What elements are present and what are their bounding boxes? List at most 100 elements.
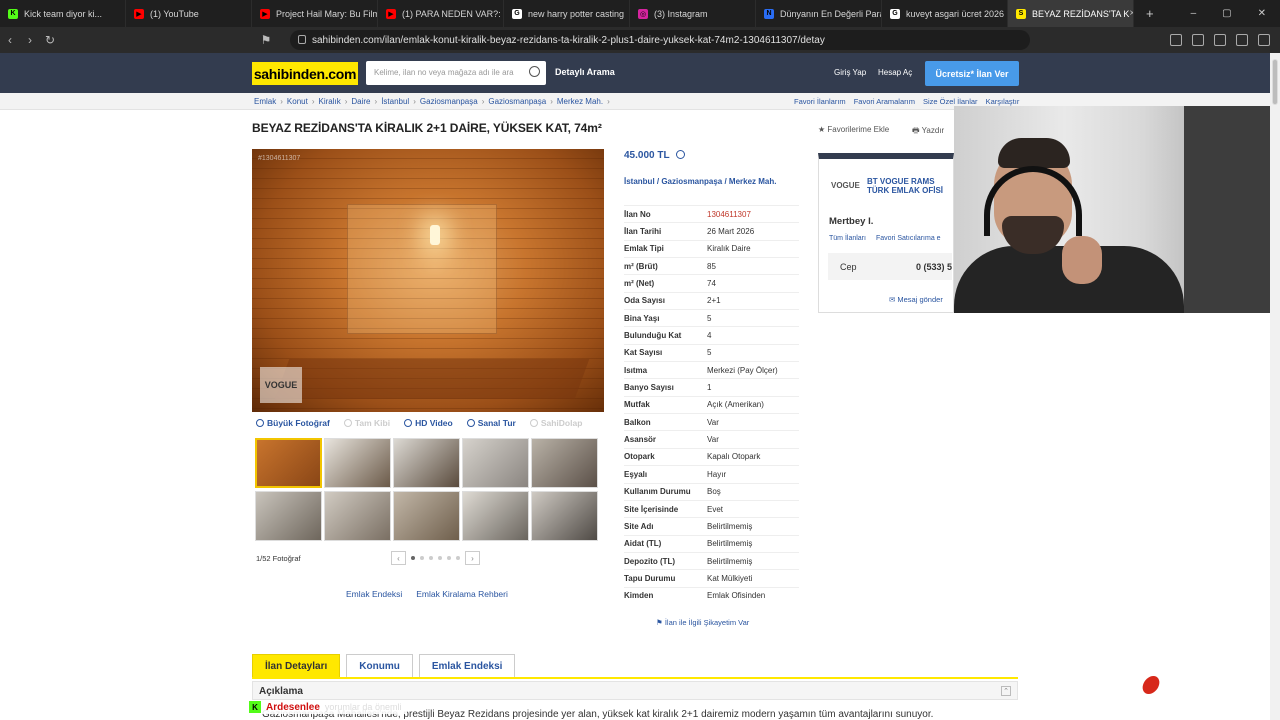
pager-prev-button[interactable]: ‹ (391, 551, 406, 565)
close-tab-icon[interactable]: × (1129, 8, 1133, 19)
breadcrumb-item[interactable]: Konut (287, 97, 308, 106)
photo-thumbnail[interactable] (324, 438, 391, 488)
browser-tab[interactable]: Gkuveyt asgari ücret 2026 (882, 0, 1008, 27)
photo-tool-button[interactable]: SahiDolap (529, 418, 582, 428)
quick-link[interactable]: Favori İlanlarım (794, 97, 846, 106)
photo-tool-button[interactable]: Tam Kibi (343, 418, 391, 428)
pager-dot[interactable] (447, 556, 451, 560)
photo-thumbnail[interactable] (462, 438, 529, 488)
breadcrumb-item[interactable]: Gaziosmanpaşa (488, 97, 546, 106)
post-ad-button[interactable]: Ücretsiz* İlan Ver (925, 61, 1019, 86)
detail-key: Kullanım Durumu (624, 487, 691, 497)
send-message-link[interactable]: ✉ Mesaj gönder (889, 295, 943, 304)
wallet-icon[interactable] (1236, 34, 1248, 46)
sidebar-icon[interactable] (1214, 34, 1226, 46)
rental-guide-link[interactable]: Emlak Kiralama Rehberi (416, 589, 508, 599)
breadcrumb-item[interactable]: İstanbul (381, 97, 409, 106)
browser-tab[interactable]: ◎ (3) Instagram (630, 0, 756, 27)
login-link[interactable]: Giriş Yap (834, 68, 866, 77)
pager-dot[interactable] (429, 556, 433, 560)
photo-thumbnail[interactable] (393, 438, 460, 488)
photo-thumbnail[interactable] (324, 491, 391, 541)
breadcrumb-item[interactable]: Merkez Mah. (557, 97, 603, 106)
pager-dot[interactable] (420, 556, 424, 560)
chat-text: yorumlar da önemli (324, 702, 402, 712)
photo-tool-button[interactable]: Büyük Fotoğraf (256, 418, 330, 428)
print-link[interactable]: 🖶 Yazdır (912, 125, 944, 139)
tab-location[interactable]: Konumu (346, 654, 413, 677)
quick-link[interactable]: Size Özel İlanlar (923, 97, 978, 106)
price-value: 45.000 TL (624, 150, 670, 161)
photo-thumbnail[interactable] (255, 438, 322, 488)
register-link[interactable]: Hesap Aç (878, 68, 912, 77)
office-name[interactable]: BT VOGUE RAMS TÜRK EMLAK OFİSİ (867, 177, 953, 195)
browser-tab[interactable]: N Dünyanın En Değerli Para (756, 0, 882, 27)
price-history-icon[interactable] (675, 150, 685, 159)
detail-key: İlan No (624, 209, 651, 219)
url-field[interactable]: sahibinden.com/ilan/emlak-konut-kiralik-… (290, 30, 1030, 50)
browser-tab[interactable]: Gnew harry potter casting (504, 0, 630, 27)
location-link[interactable]: İstanbul / Gaziosmanpaşa / Merkez Mah. (624, 177, 794, 187)
phone-box[interactable]: Cep 0 (533) 5 (828, 253, 952, 280)
photo-thumbnail[interactable] (255, 491, 322, 541)
photo-tool-label: Tam Kibi (354, 418, 391, 428)
complaint-link[interactable]: ⚑ İlan ile İlgili Şikayetim Var (656, 618, 749, 627)
photo-thumbnail[interactable] (462, 491, 529, 541)
forward-icon[interactable]: › (20, 33, 40, 47)
webcam-person-hand (1062, 236, 1102, 284)
photo-thumbnail[interactable] (393, 491, 460, 541)
detail-value: 2+1 (707, 296, 721, 306)
menu-icon[interactable] (1258, 34, 1270, 46)
maximize-icon[interactable]: ▢ (1222, 8, 1231, 19)
photo-tool-label: Sanal Tur (477, 418, 516, 428)
reload-icon[interactable]: ↻ (40, 33, 60, 47)
office-logo[interactable]: VOGUE (831, 181, 860, 190)
bookmark-icon[interactable]: ⚑ (256, 33, 276, 47)
pager-dot[interactable] (411, 556, 415, 560)
back-icon[interactable]: ‹ (0, 33, 20, 47)
detail-key: İlan Tarihi (624, 227, 662, 237)
extension-icon[interactable] (1170, 34, 1182, 46)
quick-link[interactable]: Favori Aramalarım (854, 97, 915, 106)
tab-emlak-index[interactable]: Emlak Endeksi (418, 654, 516, 677)
browser-tab[interactable]: K Kick team diyor ki... (0, 0, 126, 27)
photo-tool-button[interactable]: HD Video (404, 418, 453, 428)
breadcrumb-item[interactable]: Gaziosmanpaşa (420, 97, 478, 106)
detail-key: Eşyalı (624, 469, 648, 479)
browser-tab[interactable]: S BEYAZ REZİDANS'TA K× (1008, 0, 1134, 27)
all-ads-link[interactable]: Tüm İlanları (829, 235, 866, 242)
scrollbar-thumb[interactable] (1272, 59, 1278, 105)
extension-icon[interactable] (1192, 34, 1204, 46)
breadcrumb-item[interactable]: Daire (351, 97, 370, 106)
photo-tool-button[interactable]: Sanal Tur (466, 418, 516, 428)
photo-thumbnail[interactable] (531, 438, 598, 488)
price: 45.000 TL (624, 150, 685, 161)
photo-thumbnail[interactable] (531, 491, 598, 541)
breadcrumb: Emlak › Konut › Kiralık › Daire › İstanbul › Gazio… (254, 97, 610, 106)
quick-link[interactable]: Karşılaştır (986, 97, 1020, 106)
search-input[interactable]: Kelime, ilan no veya mağaza adı ile ara (366, 61, 546, 85)
browser-tab[interactable]: ▶ Project Hail Mary: Bu Film (252, 0, 378, 27)
pager-next-button[interactable]: › (465, 551, 480, 565)
add-favorite-link[interactable]: ★ Favorilerime Ekle (818, 125, 889, 134)
detail-key: m² (Net) (624, 279, 655, 289)
minimize-icon[interactable]: – (1191, 8, 1197, 19)
emlak-index-link[interactable]: Emlak Endeksi (346, 589, 402, 599)
browser-tab[interactable]: ▶ (1) YouTube (126, 0, 252, 27)
breadcrumb-item[interactable]: Emlak (254, 97, 276, 106)
favorite-seller-link[interactable]: Favori Satıcılarıma e (876, 235, 941, 242)
pager-dot[interactable] (438, 556, 442, 560)
close-window-icon[interactable]: ✕ (1258, 8, 1266, 19)
pager-dot[interactable] (456, 556, 460, 560)
browser-tab[interactable]: ▶ (1) PARA NEDEN VAR?: En (378, 0, 504, 27)
main-photo[interactable]: #1304611307 VOGUE (252, 149, 604, 412)
new-tab-icon[interactable]: + (1146, 6, 1154, 21)
detailed-search-link[interactable]: Detaylı Arama (555, 67, 615, 77)
stream-chat-message: K Ardesenlee yorumlar da önemli (249, 700, 408, 714)
search-icon[interactable] (529, 66, 540, 77)
breadcrumb-item[interactable]: Kiralık (318, 97, 340, 106)
page-scrollbar[interactable] (1270, 53, 1280, 720)
collapse-icon[interactable]: ⌃ (1001, 686, 1011, 696)
tab-listing-details[interactable]: İlan Detayları (252, 654, 341, 677)
site-logo[interactable]: sahibinden.com (252, 62, 358, 85)
